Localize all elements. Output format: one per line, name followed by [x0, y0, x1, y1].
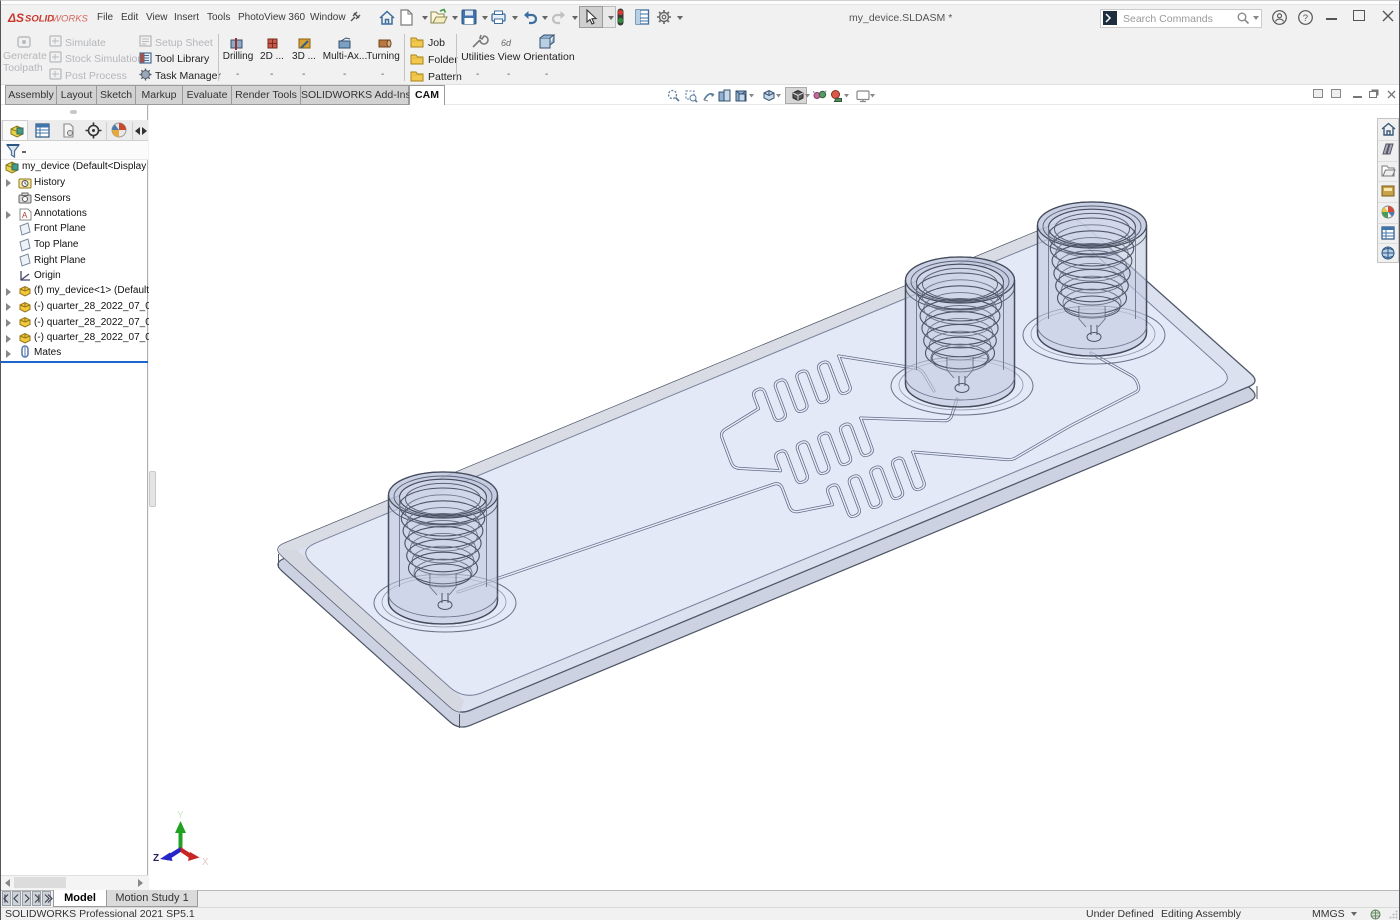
svg-text:Y: Y — [177, 810, 184, 821]
svg-text:X: X — [202, 857, 209, 868]
svg-text:Z: Z — [153, 853, 159, 864]
